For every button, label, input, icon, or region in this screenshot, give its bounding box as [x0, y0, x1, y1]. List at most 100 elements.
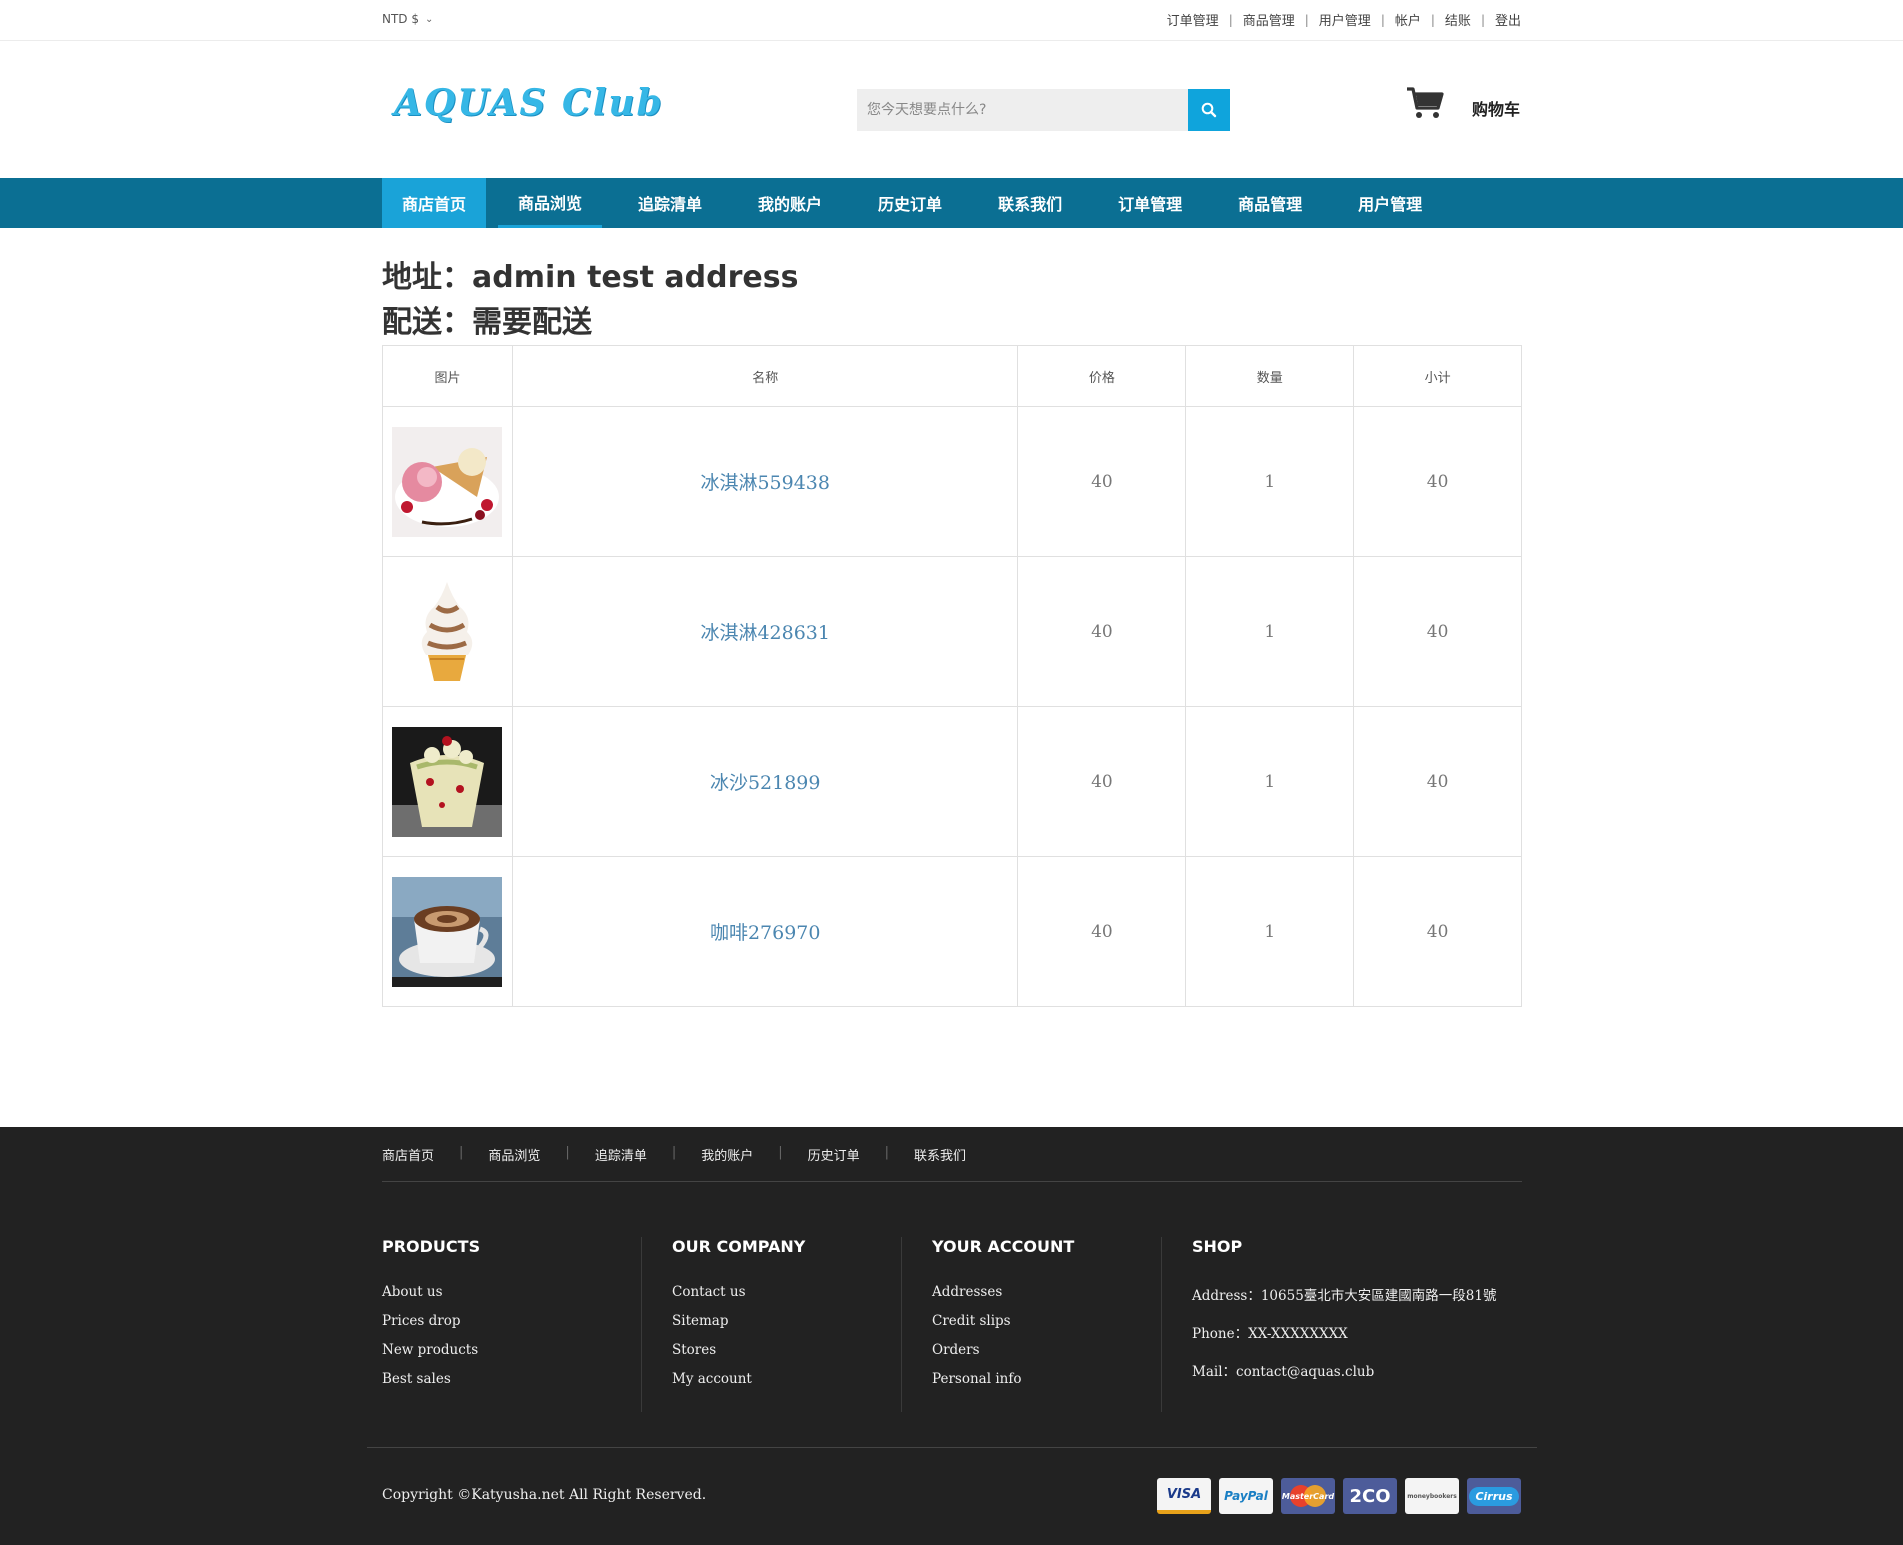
currency-label: NTD $	[382, 12, 419, 26]
footer-link-credit-slips[interactable]: Credit slips	[932, 1313, 1141, 1329]
separator: |	[778, 1145, 783, 1160]
product-quantity: 1	[1185, 706, 1355, 857]
footer-link-stores[interactable]: Stores	[672, 1342, 881, 1358]
nav-item-product-management[interactable]: 商品管理	[1218, 178, 1322, 228]
top-link-user-management[interactable]: 用户管理	[1319, 10, 1371, 29]
footer-link-new-products[interactable]: New products	[382, 1342, 621, 1358]
product-quantity: 1	[1185, 406, 1355, 557]
top-link-logout[interactable]: 登出	[1495, 10, 1521, 29]
nav-item-my-account[interactable]: 我的账户	[738, 178, 842, 228]
footer-link-contact[interactable]: 联系我们	[914, 1145, 966, 1164]
copyright-text: Copyright ©Katyusha.net All Right Reserv…	[382, 1487, 707, 1503]
mastercard-icon: MasterCard	[1281, 1478, 1335, 1514]
footer-link-prices-drop[interactable]: Prices drop	[382, 1313, 621, 1329]
cart-label: 购物车	[1472, 100, 1521, 119]
top-link-order-management[interactable]: 订单管理	[1167, 10, 1219, 29]
product-price: 40	[1017, 406, 1187, 557]
footer-link-contact-us[interactable]: Contact us	[672, 1284, 881, 1300]
site-logo[interactable]: AQUAS Club	[394, 82, 664, 124]
nav-item-browse[interactable]: 商品浏览	[498, 178, 603, 228]
product-price: 40	[1017, 706, 1187, 857]
footer-link-about-us[interactable]: About us	[382, 1284, 621, 1300]
footer-columns: PRODUCTS About us Prices drop New produc…	[382, 1237, 1562, 1412]
order-items-table: 图片 名称 价格 数量 小计 冰淇淋559438 40 1 40 冰淇淋4286…	[382, 345, 1522, 1007]
table-header-row: 图片 名称 价格 数量 小计	[382, 345, 1522, 407]
product-subtotal: 40	[1353, 706, 1522, 857]
payment-methods: VISA PayPal MasterCard 2CO moneybookers …	[1157, 1478, 1521, 1514]
footer-link-home[interactable]: 商店首页	[382, 1145, 434, 1164]
product-name[interactable]: 冰淇淋559438	[511, 406, 1019, 557]
soft-serve-cone-image[interactable]	[392, 576, 503, 687]
product-subtotal: 40	[1353, 406, 1522, 557]
search-bar	[857, 89, 1230, 131]
search-button[interactable]	[1188, 89, 1230, 131]
footer-link-orders[interactable]: Orders	[932, 1342, 1141, 1358]
search-input[interactable]	[857, 89, 1188, 131]
currency-selector[interactable]: NTD $ ⌄	[382, 12, 433, 26]
product-quantity: 1	[1185, 556, 1355, 707]
separator: |	[1228, 12, 1233, 27]
footer-link-watchlist[interactable]: 追踪清单	[595, 1145, 647, 1164]
nav-item-watchlist[interactable]: 追踪清单	[618, 178, 722, 228]
top-bar: NTD $ ⌄ 订单管理 | 商品管理 | 用户管理 | 帐户 | 结账 | 登出	[0, 0, 1903, 41]
product-subtotal: 40	[1353, 556, 1522, 707]
footer-link-personal-info[interactable]: Personal info	[932, 1371, 1141, 1387]
product-subtotal: 40	[1353, 856, 1522, 1007]
table-row: 冰淇淋428631 40 1 40	[382, 556, 1522, 707]
top-link-account[interactable]: 帐户	[1395, 10, 1421, 29]
nav-item-order-management[interactable]: 订单管理	[1098, 178, 1202, 228]
footer-link-order-history[interactable]: 历史订单	[808, 1145, 860, 1164]
footer-link-addresses[interactable]: Addresses	[932, 1284, 1141, 1300]
chevron-down-icon: ⌄	[425, 13, 434, 25]
separator: |	[565, 1145, 570, 1160]
top-link-checkout[interactable]: 结账	[1445, 10, 1471, 29]
moneybookers-icon: moneybookers	[1405, 1478, 1459, 1514]
2co-icon: 2CO	[1343, 1478, 1397, 1514]
footer-link-sitemap[interactable]: Sitemap	[672, 1313, 881, 1329]
product-image-cell	[382, 406, 513, 557]
ice-cream-cones-image[interactable]	[392, 426, 503, 537]
separator: |	[671, 1145, 677, 1160]
cart-button[interactable]: 购物车	[1406, 86, 1520, 120]
footer-nav: 商店首页 | 商品浏览 | 追踪清单 | 我的账户 | 历史订单 | 联系我们	[382, 1145, 966, 1164]
product-name[interactable]: 冰沙521899	[511, 706, 1019, 857]
footer-link-my-account[interactable]: 我的账户	[701, 1145, 753, 1164]
paypal-icon: PayPal	[1219, 1478, 1273, 1514]
nav-item-user-management[interactable]: 用户管理	[1338, 178, 1442, 228]
search-icon	[1201, 102, 1217, 118]
footer-link-best-sales[interactable]: Best sales	[382, 1371, 621, 1387]
separator: |	[884, 1145, 890, 1160]
footer-divider	[382, 1181, 1522, 1182]
product-name[interactable]: 咖啡276970	[511, 856, 1019, 1007]
column-header-image: 图片	[382, 345, 513, 407]
separator: |	[459, 1145, 464, 1160]
footer-column-title: YOUR ACCOUNT	[932, 1237, 1075, 1256]
footer-link-browse[interactable]: 商品浏览	[488, 1145, 540, 1164]
product-name[interactable]: 冰淇淋428631	[511, 556, 1019, 707]
product-image-cell	[382, 706, 513, 857]
nav-item-home[interactable]: 商店首页	[382, 178, 486, 228]
smoothie-cup-image[interactable]	[392, 726, 503, 837]
product-quantity: 1	[1185, 856, 1355, 1007]
delivery-method: 配送：需要配送	[382, 305, 592, 340]
separator: |	[1380, 12, 1385, 27]
top-links: 订单管理 | 商品管理 | 用户管理 | 帐户 | 结账 | 登出	[1167, 10, 1521, 30]
top-link-product-management[interactable]: 商品管理	[1243, 10, 1295, 29]
shop-mail[interactable]: Mail：contact@aquas.club	[1192, 1360, 1542, 1380]
nav-item-order-history[interactable]: 历史订单	[858, 178, 962, 228]
cirrus-label: Cirrus	[1469, 1486, 1519, 1506]
footer-link-my-account[interactable]: My account	[672, 1371, 881, 1387]
table-row: 冰沙521899 40 1 40	[382, 706, 1522, 857]
separator: |	[1480, 12, 1485, 27]
column-header-name: 名称	[511, 345, 1019, 407]
footer-column-title: SHOP	[1192, 1237, 1243, 1256]
coffee-cup-image[interactable]	[392, 876, 503, 987]
order-info: 地址：admin test address 配送：需要配送	[382, 255, 798, 345]
nav-item-contact[interactable]: 联系我们	[978, 178, 1082, 228]
table-row: 咖啡276970 40 1 40	[382, 856, 1522, 1007]
footer-column-account: YOUR ACCOUNT Addresses Credit slips Orde…	[902, 1237, 1162, 1412]
main-nav: 商店首页 商品浏览 追踪清单 我的账户 历史订单 联系我们 订单管理 商品管理 …	[0, 178, 1903, 228]
product-price: 40	[1017, 556, 1187, 707]
shop-phone: Phone：XX-XXXXXXXX	[1192, 1326, 1348, 1342]
footer-divider	[367, 1447, 1537, 1448]
